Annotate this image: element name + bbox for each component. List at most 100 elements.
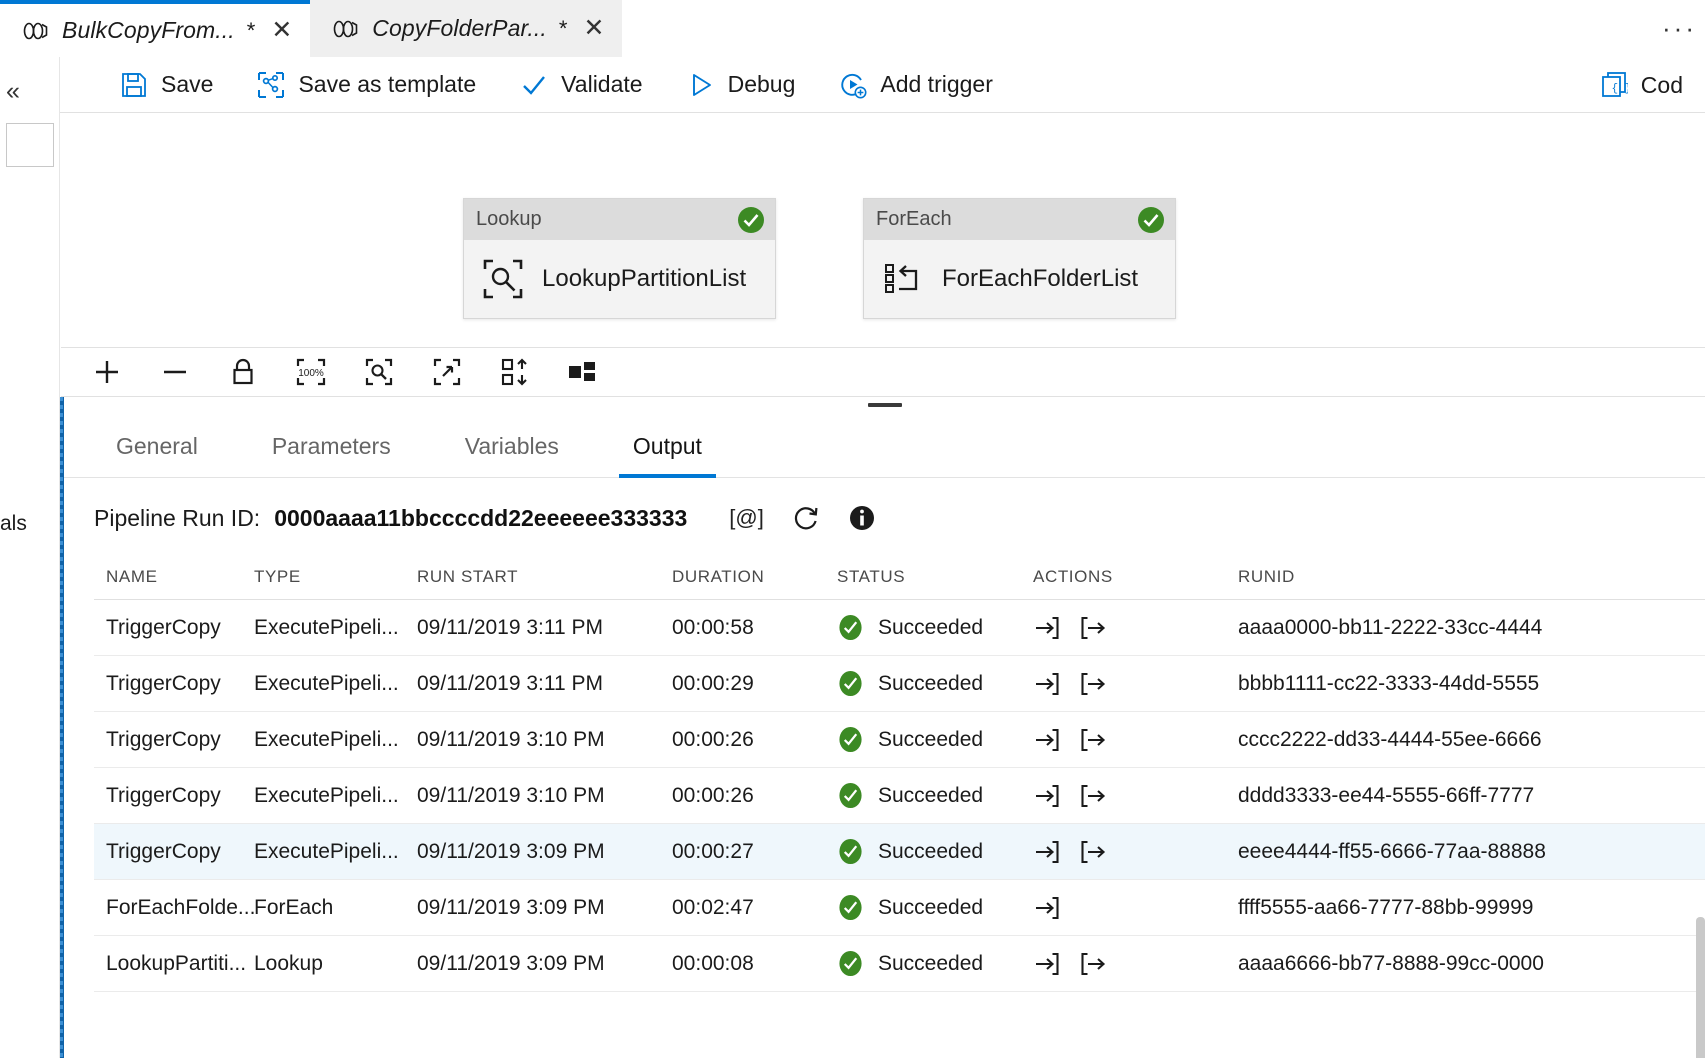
- status-text: Succeeded: [878, 616, 983, 640]
- output-icon[interactable]: [1079, 614, 1107, 642]
- input-icon[interactable]: [1033, 894, 1061, 922]
- lock-icon[interactable]: [221, 351, 265, 393]
- activity-node-body: ForEachFolderList: [864, 240, 1175, 318]
- output-icon[interactable]: [1079, 950, 1107, 978]
- column-header-runid[interactable]: RUNID: [1238, 567, 1705, 599]
- cell-duration: 00:00:26: [672, 784, 837, 808]
- tab-bulk-copy[interactable]: BulkCopyFrom... * ✕: [0, 0, 310, 57]
- cell-run-start: 09/11/2019 3:11 PM: [417, 616, 672, 640]
- debug-button[interactable]: Debug: [665, 57, 818, 113]
- column-header-status[interactable]: STATUS: [837, 567, 1033, 599]
- cell-run-start: 09/11/2019 3:09 PM: [417, 840, 672, 864]
- expression-icon[interactable]: [@]: [729, 505, 764, 531]
- close-icon[interactable]: ✕: [583, 16, 604, 41]
- left-rail: « als: [0, 57, 60, 1058]
- cell-runid: aaaa0000-bb11-2222-33cc-4444: [1238, 616, 1705, 640]
- pipeline-canvas[interactable]: Lookup LookupPartitionList: [61, 114, 1705, 346]
- collapse-panel-icon[interactable]: «: [6, 77, 20, 106]
- checkmark-icon: [520, 71, 548, 99]
- tab-copy-folder-partition[interactable]: CopyFolderPar... * ✕: [310, 0, 622, 57]
- zoom-to-fit-icon[interactable]: [357, 351, 401, 393]
- output-icon[interactable]: [1079, 782, 1107, 810]
- input-icon[interactable]: [1033, 782, 1061, 810]
- cell-status: Succeeded: [837, 670, 1033, 697]
- close-icon[interactable]: ✕: [271, 18, 292, 43]
- auto-align-icon[interactable]: [493, 351, 537, 393]
- input-icon[interactable]: [1033, 838, 1061, 866]
- activity-type-label: ForEach: [876, 208, 952, 231]
- cell-actions: [1033, 838, 1238, 866]
- table-row[interactable]: TriggerCopyExecutePipeli...09/11/2019 3:…: [94, 656, 1705, 712]
- status-text: Succeeded: [878, 952, 983, 976]
- table-row[interactable]: TriggerCopyExecutePipeli...09/11/2019 3:…: [94, 600, 1705, 656]
- tab-parameters[interactable]: Parameters: [258, 433, 405, 477]
- add-trigger-icon: [839, 71, 867, 99]
- activity-node-foreach[interactable]: ForEach: [863, 198, 1176, 319]
- pipeline-command-bar: Save Save as template Validate: [60, 57, 1705, 113]
- cell-duration: 00:00:29: [672, 672, 837, 696]
- succeeded-check-icon: [837, 950, 864, 977]
- table-vertical-scrollbar[interactable]: [1696, 917, 1705, 1058]
- save-label: Save: [161, 71, 213, 98]
- zoom-in-icon[interactable]: [85, 351, 129, 393]
- output-icon[interactable]: [1079, 838, 1107, 866]
- succeeded-check-icon: [837, 894, 864, 921]
- cell-actions: [1033, 894, 1238, 922]
- rail-placeholder-box[interactable]: [6, 123, 54, 167]
- column-header-duration[interactable]: DURATION: [672, 567, 837, 599]
- succeeded-check-icon: [1137, 206, 1165, 234]
- validate-button[interactable]: Validate: [498, 57, 664, 113]
- cell-status: Succeeded: [837, 782, 1033, 809]
- cell-name: TriggerCopy: [94, 840, 254, 864]
- table-row[interactable]: ForEachFolde...ForEach09/11/2019 3:09 PM…: [94, 880, 1705, 936]
- input-icon[interactable]: [1033, 670, 1061, 698]
- cell-type: ExecutePipeli...: [254, 784, 417, 808]
- debug-label: Debug: [728, 71, 796, 98]
- status-text: Succeeded: [878, 728, 983, 752]
- save-button[interactable]: Save: [98, 57, 235, 113]
- zoom-100-icon[interactable]: 100%: [289, 351, 333, 393]
- info-icon[interactable]: [848, 504, 876, 532]
- table-row[interactable]: TriggerCopyExecutePipeli...09/11/2019 3:…: [94, 824, 1705, 880]
- rail-truncated-label: als: [0, 512, 27, 536]
- succeeded-check-icon: [737, 206, 765, 234]
- activity-node-lookup[interactable]: Lookup LookupPartitionList: [463, 198, 776, 319]
- column-header-type[interactable]: TYPE: [254, 567, 417, 599]
- column-header-run-start[interactable]: RUN START: [417, 567, 672, 599]
- add-trigger-button[interactable]: Add trigger: [817, 57, 1015, 113]
- tab-general[interactable]: General: [102, 433, 212, 477]
- code-label: Cod: [1641, 72, 1683, 99]
- output-icon[interactable]: [1079, 670, 1107, 698]
- cell-run-start: 09/11/2019 3:11 PM: [417, 672, 672, 696]
- table-row[interactable]: LookupPartiti...Lookup09/11/2019 3:09 PM…: [94, 936, 1705, 992]
- refresh-icon[interactable]: [792, 504, 820, 532]
- tab-output[interactable]: Output: [619, 433, 716, 477]
- panel-resize-handle[interactable]: [868, 403, 902, 407]
- table-row[interactable]: TriggerCopyExecutePipeli...09/11/2019 3:…: [94, 712, 1705, 768]
- input-icon[interactable]: [1033, 726, 1061, 754]
- layout-icon[interactable]: [561, 351, 605, 393]
- code-button[interactable]: { } Cod: [1578, 57, 1705, 113]
- fit-selection-icon[interactable]: [425, 351, 469, 393]
- input-icon[interactable]: [1033, 950, 1061, 978]
- cell-name: LookupPartiti...: [94, 952, 254, 976]
- column-header-actions[interactable]: ACTIONS: [1033, 567, 1238, 599]
- save-as-template-button[interactable]: Save as template: [235, 57, 498, 113]
- succeeded-check-icon: [837, 838, 864, 865]
- app-root: BulkCopyFrom... * ✕ CopyFolderPar... * ✕…: [0, 0, 1705, 1058]
- svg-text:100%: 100%: [298, 368, 324, 379]
- cell-type: ExecutePipeli...: [254, 672, 417, 696]
- tabstrip-overflow-button[interactable]: ···: [1662, 0, 1705, 57]
- column-header-name[interactable]: NAME: [94, 567, 254, 599]
- cell-type: ExecutePipeli...: [254, 616, 417, 640]
- cell-actions: [1033, 614, 1238, 642]
- zoom-out-icon[interactable]: [153, 351, 197, 393]
- activity-node-header: Lookup: [464, 199, 775, 240]
- input-icon[interactable]: [1033, 614, 1061, 642]
- output-icon[interactable]: [1079, 726, 1107, 754]
- tab-variables[interactable]: Variables: [451, 433, 573, 477]
- cell-type: Lookup: [254, 952, 417, 976]
- tab-label: BulkCopyFrom...: [62, 17, 235, 44]
- table-row[interactable]: TriggerCopyExecutePipeli...09/11/2019 3:…: [94, 768, 1705, 824]
- table-header-row: NAME TYPE RUN START DURATION STATUS ACTI…: [94, 552, 1705, 600]
